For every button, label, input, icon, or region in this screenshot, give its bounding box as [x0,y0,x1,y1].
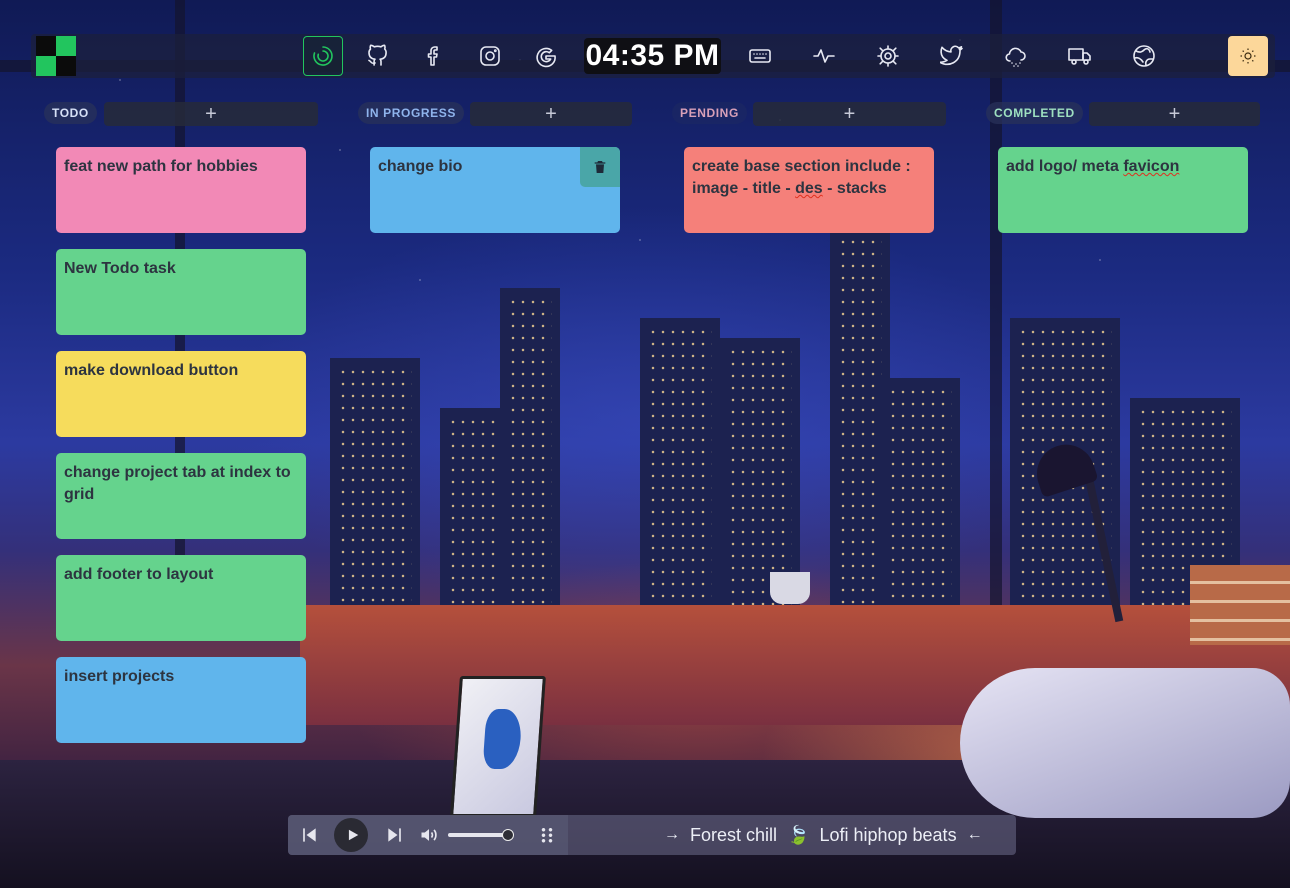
building [330,358,420,618]
todo-card[interactable]: add footer to layout [56,555,306,641]
history-icon[interactable] [303,36,343,76]
background-scene [0,0,1290,888]
weather-icon[interactable] [998,38,1034,74]
clock: 04:35 PM [584,38,721,74]
app-logo[interactable] [36,36,76,76]
delete-card-button[interactable] [580,147,620,187]
now-playing: → Forest chill 🍃 Lofi hiphop beats ← [664,815,983,855]
trash-icon [594,161,606,173]
add-pending-button[interactable]: + [753,102,946,126]
column-label-pending: PENDING [672,102,747,124]
window-frame [990,0,1002,620]
player-controls [288,815,568,855]
skip-back-icon [303,828,316,842]
card-text-misspelled: des [795,180,823,197]
completed-card[interactable]: add logo/ meta favicon [998,147,1248,233]
truck-icon[interactable] [1062,38,1098,74]
column-label-todo: TODO [44,102,97,124]
column-label-completed: COMPLETED [986,102,1083,124]
coffee-cup [770,572,810,604]
music-player: → Forest chill 🍃 Lofi hiphop beats ← [288,815,1016,855]
in-progress-card[interactable]: change bio [370,147,620,233]
drag-handle-icon[interactable] [540,827,554,843]
facebook-icon[interactable] [416,38,452,74]
sun-icon [1240,48,1256,64]
gear-icon[interactable] [870,38,906,74]
volume-slider-track[interactable] [448,833,510,837]
laptop [450,676,546,817]
add-todo-button[interactable]: + [104,102,318,126]
keyboard-icon[interactable] [742,38,778,74]
next-track-button[interactable] [380,820,410,850]
play-button[interactable] [334,818,368,852]
instagram-icon[interactable] [472,38,508,74]
volume-icon [421,829,437,841]
building [640,318,720,618]
play-icon [348,829,358,841]
twitter-icon[interactable] [934,38,970,74]
arrow-right-icon: → [664,826,680,843]
card-text: add logo/ meta [1006,158,1124,175]
leaf-emoji: 🍃 [787,824,810,845]
card-text-misspelled: favicon [1123,158,1180,175]
theme-toggle-button[interactable] [1228,36,1268,76]
todo-card[interactable]: feat new path for hobbies [56,147,306,233]
github-icon[interactable] [360,38,396,74]
globe-icon[interactable] [1126,38,1162,74]
volume-slider-knob[interactable] [502,829,514,841]
top-bar: 04:35 PM [31,34,1275,78]
pillow [960,668,1290,818]
arrow-left-icon: ← [966,826,983,843]
add-completed-button[interactable]: + [1089,102,1260,126]
track-title-part2: Lofi hiphop beats [819,824,957,845]
activity-icon[interactable] [806,38,842,74]
google-icon[interactable] [528,38,564,74]
track-title-part1: Forest chill [690,824,778,845]
books [1190,565,1290,645]
todo-card[interactable]: New Todo task [56,249,306,335]
column-label-in-progress: IN PROGRESS [358,102,464,124]
pending-card[interactable]: create base section include : image - ti… [684,147,934,233]
todo-card[interactable]: insert projects [56,657,306,743]
add-in-progress-button[interactable]: + [470,102,632,126]
volume-button[interactable] [414,820,444,850]
card-text: change bio [378,158,463,175]
todo-card[interactable]: make download button [56,351,306,437]
todo-card[interactable]: change project tab at index to grid [56,453,306,539]
previous-track-button[interactable] [294,820,324,850]
building [880,378,960,618]
skip-forward-icon [388,828,401,842]
card-text: - stacks [822,180,887,197]
building [500,288,560,618]
